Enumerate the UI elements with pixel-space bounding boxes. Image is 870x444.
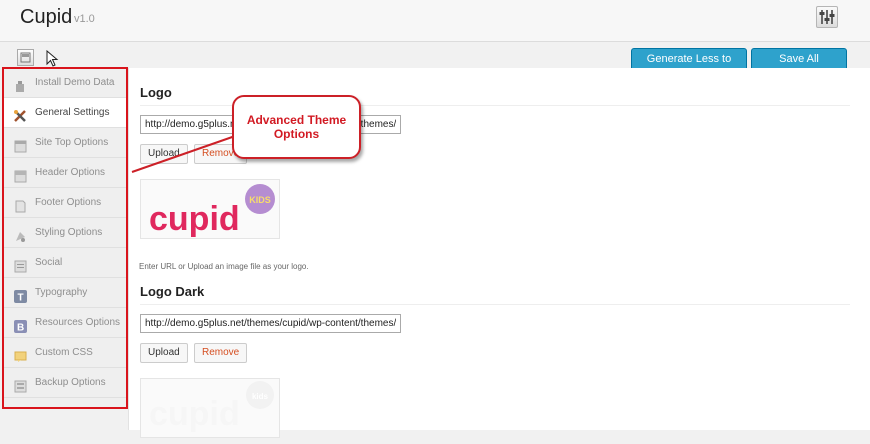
sidebar-item-label: Resources Options <box>35 317 121 328</box>
sidebar-toggle-icon[interactable] <box>17 49 34 66</box>
sidebar-item-label: Typography <box>35 287 88 298</box>
sidebar-item-site-top[interactable]: Site Top Options <box>3 128 127 158</box>
logo-section-title: Logo <box>140 85 172 100</box>
callout-pointer <box>131 134 239 173</box>
resources-icon: B <box>14 316 27 334</box>
sidebar-item-label: Site Top Options <box>35 137 109 148</box>
panel-settings-icon[interactable] <box>816 6 838 28</box>
tools-icon <box>14 106 27 122</box>
sidebar-item-label: Styling Options <box>35 227 103 238</box>
sidebar-item-label: Backup Options <box>35 377 106 388</box>
app-version: v1.0 <box>74 13 95 25</box>
sidebar-item-resources[interactable]: B Resources Options <box>3 308 127 338</box>
sidebar-item-label: Custom CSS <box>35 347 93 358</box>
svg-text:T: T <box>18 293 24 304</box>
logo-dark-badge-text: kids <box>252 392 269 401</box>
callout-text: Advanced Theme Options <box>246 113 347 141</box>
header-icon <box>14 166 27 183</box>
sidebar-item-label: Social <box>35 257 63 268</box>
sidebar-item-backup[interactable]: Backup Options <box>3 368 127 398</box>
advanced-theme-options-callout: Advanced Theme Options <box>232 95 361 159</box>
logo-dark-url-input[interactable] <box>140 314 401 333</box>
sidebar-item-install-demo[interactable]: Install Demo Data <box>3 68 127 98</box>
typography-icon: T <box>14 286 27 304</box>
custom-css-icon <box>14 346 27 362</box>
logo-dark-remove-button[interactable]: Remove <box>194 343 248 363</box>
site-top-icon <box>14 136 27 153</box>
logo-help-text: Enter URL or Upload an image file as you… <box>139 262 309 271</box>
sidebar-item-social[interactable]: Social <box>3 248 127 278</box>
sidebar-item-label: Install Demo Data <box>35 77 115 88</box>
section-divider <box>140 304 850 305</box>
sidebar-item-general-settings[interactable]: General Settings <box>3 98 127 128</box>
sidebar-item-label: Footer Options <box>35 197 102 208</box>
install-demo-icon <box>14 76 27 92</box>
sidebar-item-footer[interactable]: Footer Options <box>3 188 127 218</box>
logo-dark-preview-text: cupid <box>149 395 240 433</box>
logo-badge-text: KIDS <box>249 195 271 205</box>
sidebar-item-custom-css[interactable]: Custom CSS <box>3 338 127 368</box>
logo-dark-preview: kids cupid <box>140 378 280 438</box>
svg-text:B: B <box>17 323 24 334</box>
sidebar-item-typography[interactable]: T Typography <box>3 278 127 308</box>
logo-preview-text: cupid <box>149 200 240 238</box>
app-title: Cupid <box>20 6 73 28</box>
backup-icon <box>14 376 27 393</box>
sidebar-item-label: Header Options <box>35 167 106 178</box>
logo-dark-section-title: Logo Dark <box>140 284 205 299</box>
social-icon <box>14 256 27 273</box>
mouse-cursor-icon <box>46 49 60 68</box>
styling-icon <box>14 226 27 242</box>
sidebar-item-label: General Settings <box>35 107 110 118</box>
footer-icon <box>14 196 27 213</box>
sidebar-item-styling[interactable]: Styling Options <box>3 218 127 248</box>
app-header: Cupid v1.0 <box>0 0 870 42</box>
logo-dark-upload-button[interactable]: Upload <box>140 343 188 363</box>
sidebar-item-header[interactable]: Header Options <box>3 158 127 188</box>
options-sidebar: Install Demo Data General Settings Site … <box>3 68 127 408</box>
